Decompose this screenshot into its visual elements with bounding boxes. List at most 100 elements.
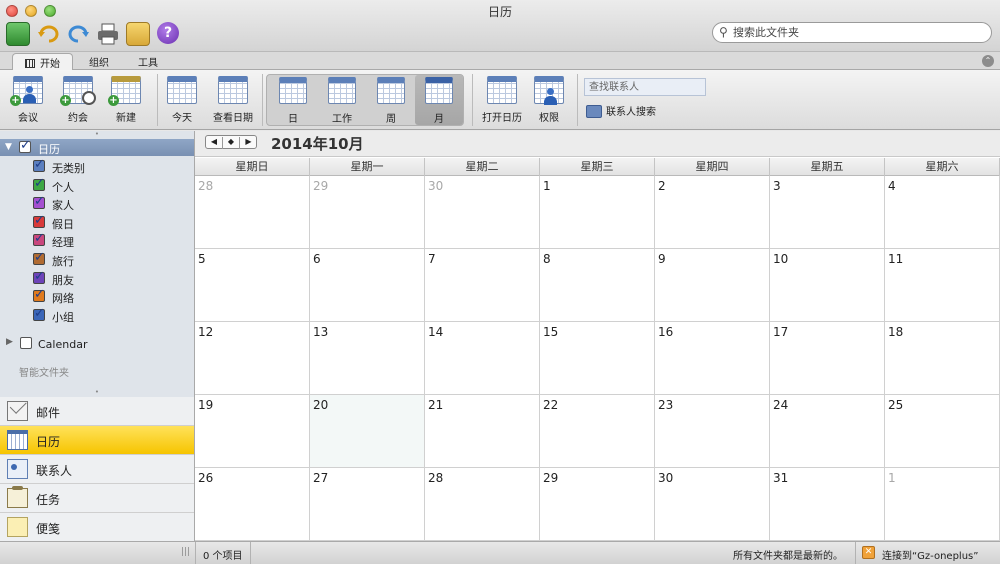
contact-lookup-field[interactable] [584,78,706,96]
category-checkbox[interactable] [33,213,45,228]
calendar-secondary-checkbox[interactable] [20,337,32,349]
print-icon[interactable] [96,22,120,46]
day-number: 18 [888,325,904,339]
day-cell[interactable]: 9 [655,249,770,322]
current-month-button[interactable]: ◆ [223,137,240,149]
tab-tools[interactable]: 工具 [126,53,170,70]
connection-status[interactable]: 连接到“Gz-oneplus” [882,547,978,562]
day-cell[interactable]: 15 [540,322,655,395]
appointment-button[interactable]: + 约会 [55,76,101,124]
day-cell[interactable]: 21 [425,395,540,468]
day-cell[interactable]: 30 [655,468,770,541]
day-cell[interactable]: 1 [885,468,1000,541]
day-cell[interactable]: 30 [425,176,540,249]
new-item-icon: + [108,76,141,106]
day-view-button[interactable]: 日 [269,75,317,125]
view-date-button[interactable]: 查看日期 [210,76,256,124]
category-item[interactable]: 朋友 [33,269,193,287]
day-cell[interactable]: 29 [310,176,425,249]
day-cell[interactable]: 13 [310,322,425,395]
day-cell[interactable]: 10 [770,249,885,322]
day-cell[interactable]: 28 [425,468,540,541]
help-icon[interactable]: ? [157,22,179,44]
nav-item[interactable]: 任务 [0,484,194,513]
nav-item[interactable]: 便笺 [0,513,194,542]
category-item[interactable]: 小组 [33,306,193,324]
day-cell[interactable]: 28 [195,176,310,249]
category-item[interactable]: 网络 [33,287,193,305]
day-cell[interactable]: 2 [655,176,770,249]
day-cell[interactable]: 14 [425,322,540,395]
redo-icon[interactable] [66,22,90,46]
category-checkbox[interactable] [33,157,45,172]
day-cell[interactable]: 6 [310,249,425,322]
day-cell[interactable]: 7 [425,249,540,322]
search-box[interactable]: ⚲ [712,22,992,43]
day-cell[interactable]: 18 [885,322,1000,395]
day-cell[interactable]: 26 [195,468,310,541]
category-checkbox[interactable] [33,231,45,247]
day-cell[interactable]: 19 [195,395,310,468]
category-checkbox[interactable] [33,194,45,210]
day-cell[interactable]: 3 [770,176,885,249]
collapse-ribbon-icon[interactable]: ⌃ [982,55,994,67]
disclosure-triangle-icon[interactable]: ▼ [5,142,12,152]
category-item[interactable]: 个人 [33,176,193,194]
weekday-label: 星期六 [885,158,1000,176]
view-icon[interactable] [126,22,150,46]
category-item[interactable]: 家人 [33,194,193,212]
category-item[interactable]: 无类别 [33,157,193,175]
contact-search-button[interactable]: 联系人搜索 [586,103,656,119]
day-cell[interactable]: 8 [540,249,655,322]
day-cell[interactable]: 24 [770,395,885,468]
folder-calendar[interactable]: ▼ 日历 [0,138,194,156]
day-cell[interactable]: 16 [655,322,770,395]
week-view-label: 周 [386,114,396,125]
category-label: 网络 [52,292,74,306]
day-cell[interactable]: 22 [540,395,655,468]
category-checkbox[interactable] [33,250,45,265]
open-calendar-button[interactable]: 打开日历 [479,76,525,124]
category-checkbox[interactable] [33,287,45,303]
today-button[interactable]: 今天 [159,76,205,124]
search-input[interactable] [733,24,983,41]
next-month-button[interactable]: ▶ [240,137,257,146]
calendar-checkbox[interactable] [19,138,31,153]
week-view-button[interactable]: 周 [367,75,415,125]
day-cell[interactable]: 20 [310,395,425,468]
tab-home[interactable]: 开始 [12,53,73,70]
day-cell[interactable]: 1 [540,176,655,249]
category-item[interactable]: 经理 [33,231,193,249]
category-checkbox[interactable] [33,306,45,321]
day-cell[interactable]: 17 [770,322,885,395]
category-item[interactable]: 旅行 [33,250,193,268]
day-cell[interactable]: 4 [885,176,1000,249]
day-cell[interactable]: 5 [195,249,310,322]
pane-grip[interactable]: • [0,389,194,397]
day-cell[interactable]: 29 [540,468,655,541]
tab-organize[interactable]: 组织 [77,53,121,70]
permissions-button[interactable]: 权限 [526,76,572,124]
day-cell[interactable]: 12 [195,322,310,395]
sync-icon[interactable] [6,22,30,46]
folder-calendar-secondary[interactable]: ▶ Calendar [0,334,194,352]
work-week-view-button[interactable]: 工作 [318,75,366,125]
category-checkbox[interactable] [33,269,45,284]
day-cell[interactable]: 25 [885,395,1000,468]
resize-grip-icon[interactable]: ||| [181,547,190,557]
new-button[interactable]: + 新建 [103,76,149,124]
disclosure-triangle-icon[interactable]: ▶ [6,337,13,347]
meeting-button[interactable]: + 会议 [5,76,51,124]
month-view-button[interactable]: 月 [415,75,463,125]
nav-item[interactable]: 日历 [0,426,194,455]
undo-icon[interactable] [37,22,61,46]
nav-item[interactable]: 联系人 [0,455,194,484]
day-cell[interactable]: 31 [770,468,885,541]
day-cell[interactable]: 11 [885,249,1000,322]
nav-item[interactable]: 邮件 [0,397,194,426]
day-cell[interactable]: 23 [655,395,770,468]
day-cell[interactable]: 27 [310,468,425,541]
category-item[interactable]: 假日 [33,213,193,231]
category-checkbox[interactable] [33,176,45,191]
previous-month-button[interactable]: ◀ [206,137,223,149]
